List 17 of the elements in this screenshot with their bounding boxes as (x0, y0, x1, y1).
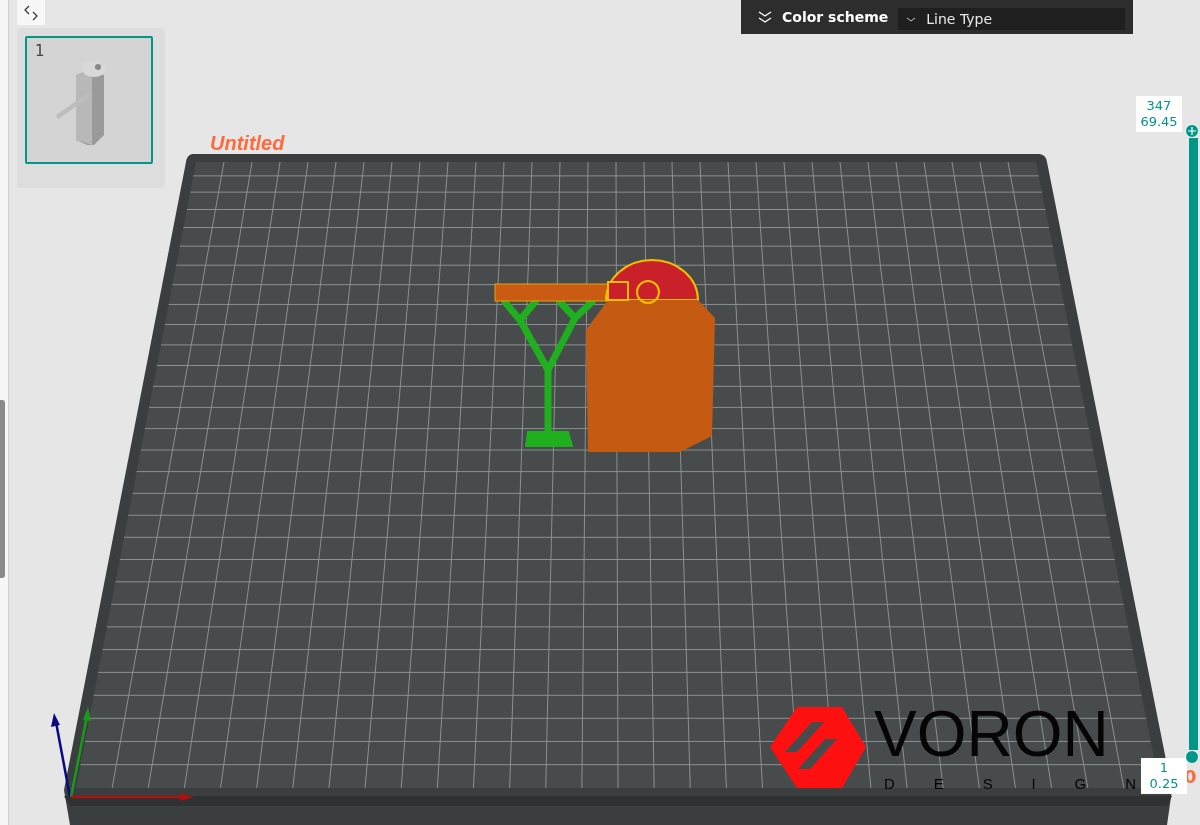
plate-thumbnail[interactable]: 1 (25, 36, 153, 164)
color-scheme-label: Color scheme (782, 9, 889, 25)
plate-number: 1 (35, 42, 45, 60)
lower-slider-handle[interactable] (1185, 750, 1199, 764)
expand-collapse-icon[interactable] (17, 0, 45, 25)
logo-subtitle-text: DESIGN (884, 775, 1136, 792)
bottom-layer-number: 1 (1159, 760, 1169, 776)
caret-icon (906, 16, 917, 22)
scrollbar-thumb[interactable] (0, 400, 5, 578)
top-layer-height: 69.45 (1140, 114, 1178, 130)
color-scheme-dropdown[interactable]: Line Type (898, 8, 1126, 30)
plate-name: Untitled (210, 132, 285, 154)
upper-slider-handle[interactable] (1185, 124, 1199, 138)
bottom-layer-height: 0.25 (1149, 776, 1179, 792)
dropdown-value: Line Type (926, 11, 993, 27)
collapse-icon[interactable] (758, 11, 772, 23)
top-layer-number: 347 (1146, 98, 1172, 114)
